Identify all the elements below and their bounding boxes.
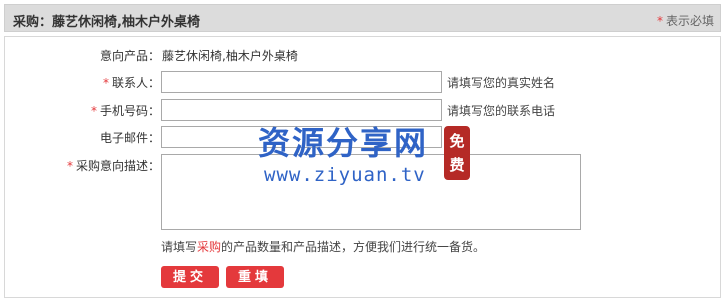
phone-required-star: * xyxy=(90,104,97,118)
description-hint-highlight: 采购 xyxy=(197,240,222,254)
description-label: * 采购意向描述： xyxy=(5,157,160,174)
page-title: 采购：藤艺休闲椅,柚木户外桌椅 xyxy=(13,15,200,30)
product-value: 藤艺休闲椅,柚木户外桌椅 xyxy=(162,49,298,63)
contact-required-star: * xyxy=(102,76,109,90)
contact-hint: 请填写您的真实姓名 xyxy=(447,76,556,90)
description-textarea[interactable] xyxy=(161,154,581,230)
description-hint-post: 的产品数量和产品描述，方便我们进行统一备货。 xyxy=(221,240,486,254)
phone-input[interactable] xyxy=(161,99,442,121)
description-required-star: * xyxy=(66,159,73,173)
email-label: 电子邮件： xyxy=(99,131,160,145)
page-header: 采购：藤艺休闲椅,柚木户外桌椅 * 表示必填 xyxy=(4,4,721,32)
email-input[interactable] xyxy=(161,126,442,148)
purchase-form: 意向产品： 藤艺休闲椅,柚木户外桌椅 * 联系人： 请填写您的真实姓名 * 手机号码… xyxy=(4,36,721,298)
description-hint: 请填写采购的产品数量和产品描述，方便我们进行统一备货。 xyxy=(161,238,485,255)
phone-label: * 手机号码： xyxy=(5,102,160,119)
reset-button[interactable]: 重填 xyxy=(226,266,284,288)
description-hint-pre: 请填写 xyxy=(161,240,198,254)
phone-label-text: 手机号码： xyxy=(99,104,160,118)
submit-button[interactable]: 提交 xyxy=(161,266,219,288)
contact-label-text: 联系人： xyxy=(111,76,160,90)
required-star: * xyxy=(656,14,663,28)
contact-input[interactable] xyxy=(161,71,442,93)
contact-label: * 联系人： xyxy=(5,74,160,91)
description-label-text: 采购意向描述： xyxy=(75,159,160,173)
required-note: * 表示必填 xyxy=(657,12,714,29)
product-label: 意向产品： xyxy=(99,49,160,63)
phone-hint: 请填写您的联系电话 xyxy=(447,104,556,118)
required-note-text: 表示必填 xyxy=(665,14,714,28)
